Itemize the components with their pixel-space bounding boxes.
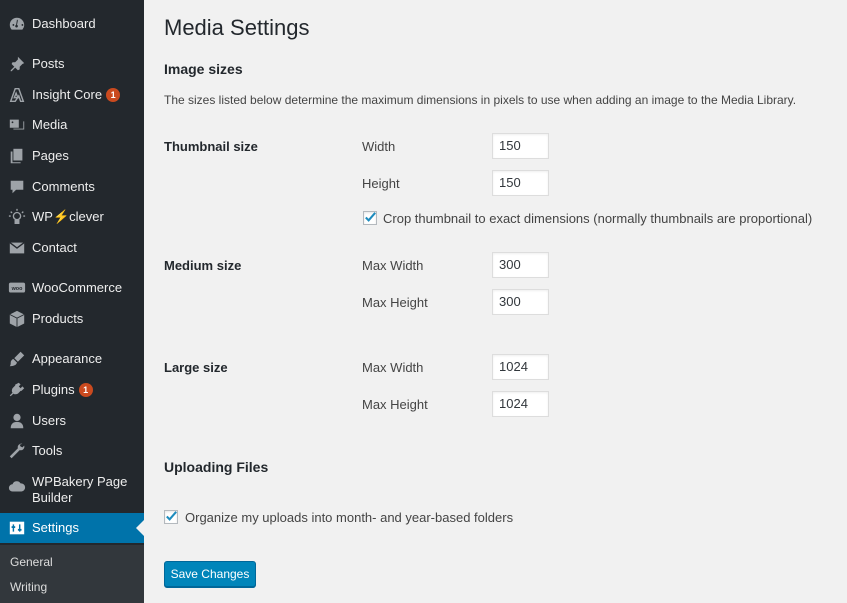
sidebar-item-label: Settings <box>32 520 79 535</box>
image-sizes-heading: Image sizes <box>164 61 243 77</box>
sidebar-item-label: Posts <box>32 56 65 71</box>
sidebar-item-wpclever[interactable]: WP⚡clever <box>0 202 144 232</box>
comment-icon <box>8 178 26 196</box>
sidebar-item-label: Products <box>32 311 84 326</box>
pin-icon <box>8 55 26 73</box>
settings-icon <box>8 519 26 537</box>
update-count-badge: 1 <box>78 383 93 397</box>
svg-text:woo: woo <box>11 286 23 292</box>
settings-submenu: General Writing <box>0 545 144 603</box>
image-sizes-description: The sizes listed below determine the max… <box>164 93 797 107</box>
sidebar-item-label: Dashboard <box>32 16 96 31</box>
bulb-icon <box>8 208 26 226</box>
large-size-label: Large size <box>164 360 228 375</box>
brush-icon <box>8 350 26 368</box>
mail-icon <box>8 239 26 257</box>
wrench-icon <box>8 442 26 460</box>
large-height-input[interactable]: 1024 <box>492 391 549 417</box>
sidebar-item-posts[interactable]: Posts <box>0 49 144 79</box>
large-height-label: Max Height <box>362 397 428 412</box>
checkmark-icon <box>166 511 177 521</box>
medium-height-label: Max Height <box>362 295 428 310</box>
medium-height-input[interactable]: 300 <box>492 289 549 315</box>
sidebar-item-insight-core[interactable]: Insight Core 1 <box>0 80 144 110</box>
sidebar-item-settings[interactable]: Settings <box>0 513 144 543</box>
user-icon <box>8 412 26 430</box>
crop-thumbnail-checkbox[interactable] <box>363 211 377 225</box>
sidebar-item-tools[interactable]: Tools <box>0 436 144 466</box>
dashboard-icon <box>8 15 26 33</box>
medium-size-label: Medium size <box>164 258 242 273</box>
thumbnail-size-label: Thumbnail size <box>164 139 258 154</box>
sidebar-item-label: WP⚡clever <box>32 209 104 224</box>
sidebar-item-label: Media <box>32 117 68 132</box>
sidebar-item-appearance[interactable]: Appearance <box>0 344 144 374</box>
thumbnail-height-input[interactable]: 150 <box>492 170 549 196</box>
sidebar-item-dashboard[interactable]: Dashboard <box>0 9 144 39</box>
thumbnail-width-input[interactable]: 150 <box>492 133 549 159</box>
sidebar-item-wpbakery[interactable]: WPBakery Page Builder <box>0 474 144 508</box>
sidebar-item-pages[interactable]: Pages <box>0 141 144 171</box>
sidebar-item-label: WPBakery Page Builder <box>32 474 128 505</box>
crop-thumbnail-label[interactable]: Crop thumbnail to exact dimensions (norm… <box>383 211 812 226</box>
thumbnail-width-label: Width <box>362 139 396 154</box>
sidebar-item-label: WooCommerce <box>32 280 123 295</box>
uploading-files-heading: Uploading Files <box>164 459 269 475</box>
large-width-label: Max Width <box>362 360 424 375</box>
submenu-item-writing[interactable]: Writing <box>10 580 47 594</box>
plug-icon <box>8 381 26 399</box>
checkmark-icon <box>365 212 376 222</box>
sidebar-item-label: Contact <box>32 240 77 255</box>
sidebar-item-contact[interactable]: Contact <box>0 233 144 263</box>
sidebar-item-label: Pages <box>32 148 69 163</box>
sidebar-item-label: Users <box>32 413 66 428</box>
organize-uploads-checkbox[interactable] <box>164 510 178 524</box>
sidebar-item-label: Tools <box>32 443 63 458</box>
sidebar-item-label: Insight Core <box>32 87 103 102</box>
page-title: Media Settings <box>164 15 310 40</box>
sidebar-item-label: Comments <box>32 179 95 194</box>
submenu-item-general[interactable]: General <box>10 555 53 569</box>
box-icon <box>8 310 26 328</box>
insight-core-icon <box>8 86 26 104</box>
sidebar-item-label: Appearance <box>32 351 103 366</box>
sidebar-item-label: Plugins <box>32 382 75 397</box>
sidebar-item-media[interactable]: Media <box>0 110 144 140</box>
pages-icon <box>8 147 26 165</box>
save-changes-button[interactable]: Save Changes <box>164 561 256 587</box>
organize-uploads-label[interactable]: Organize my uploads into month- and year… <box>185 510 513 525</box>
large-width-input[interactable]: 1024 <box>492 354 549 380</box>
media-icon <box>8 116 26 134</box>
sidebar-item-products[interactable]: Products <box>0 304 144 334</box>
woocommerce-icon: woo <box>8 279 26 297</box>
admin-sidebar: Dashboard Posts Insight Core 1 Media Page… <box>0 0 144 603</box>
sidebar-item-users[interactable]: Users <box>0 406 144 436</box>
sidebar-item-comments[interactable]: Comments <box>0 172 144 202</box>
medium-width-label: Max Width <box>362 258 424 273</box>
sidebar-item-woocommerce[interactable]: woo WooCommerce <box>0 273 144 303</box>
thumbnail-height-label: Height <box>362 176 400 191</box>
update-count-badge: 1 <box>106 88 121 102</box>
medium-width-input[interactable]: 300 <box>492 252 549 278</box>
cloud-icon <box>8 478 26 496</box>
sidebar-item-plugins[interactable]: Plugins 1 <box>0 375 144 405</box>
